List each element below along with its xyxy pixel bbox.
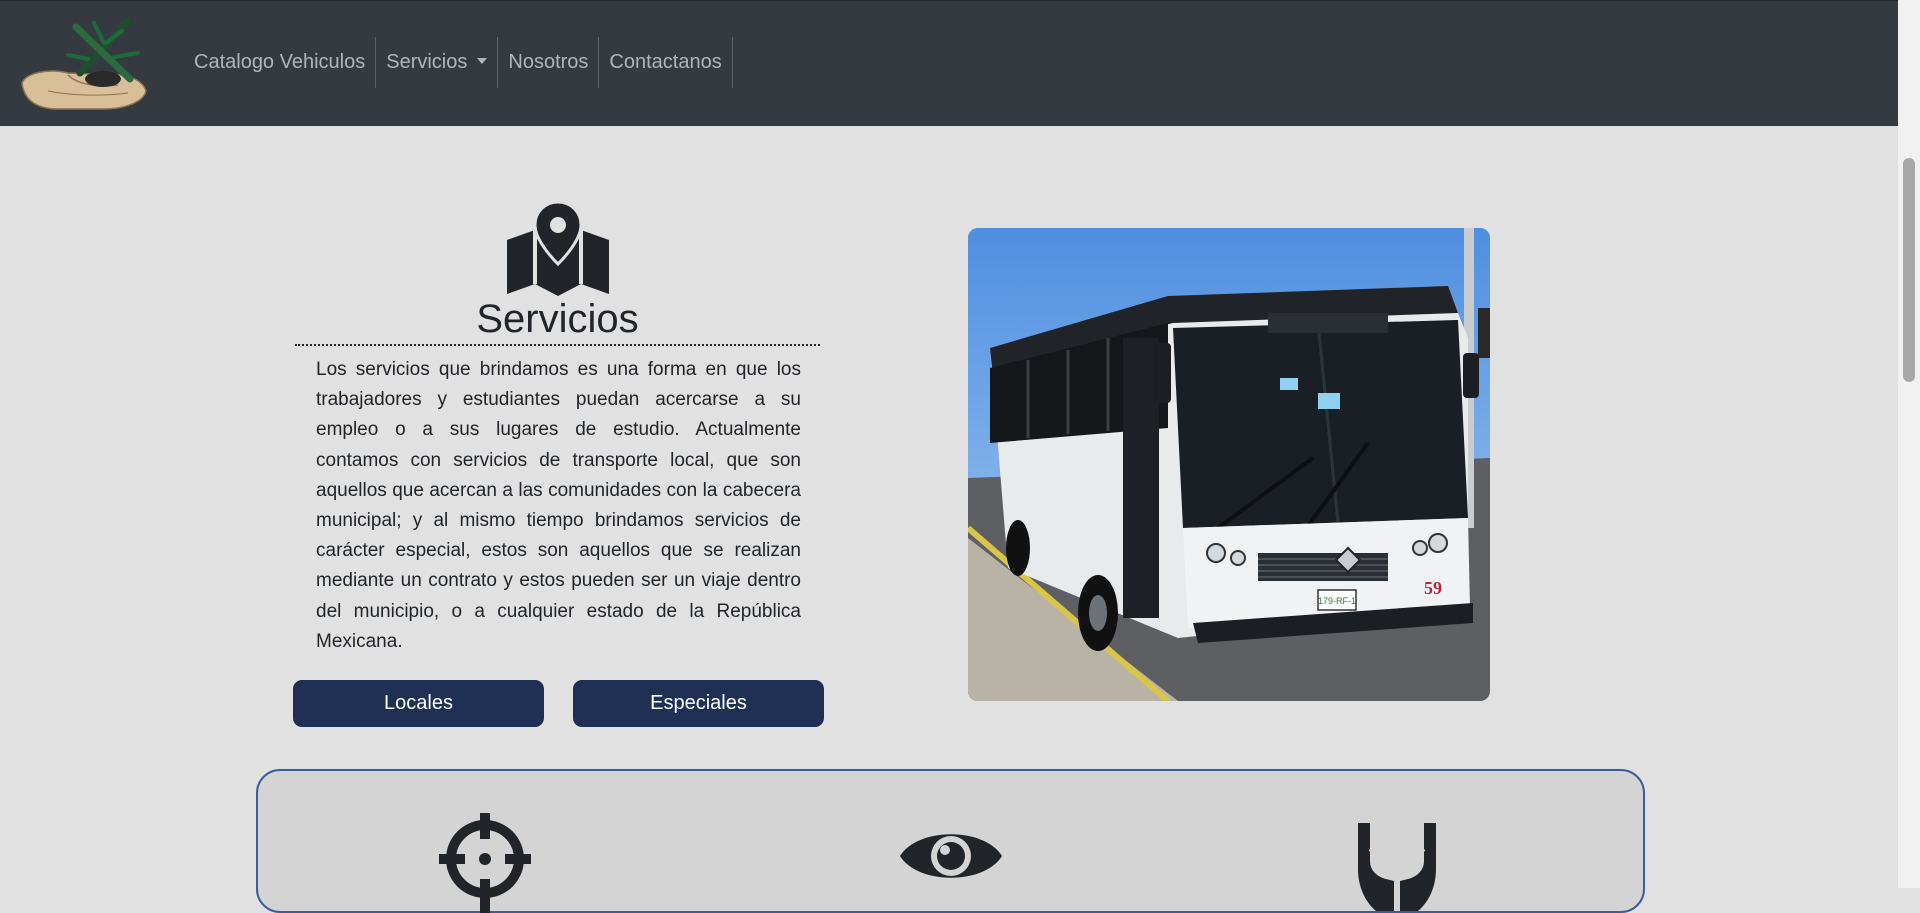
crosshair-icon: [439, 813, 531, 913]
nav-nosotros[interactable]: Nosotros: [498, 37, 600, 88]
bus-photo: 179-RF-1 59: [968, 228, 1490, 701]
services-title: Servicios: [295, 294, 820, 346]
nav-menu: Catalogo Vehiculos Servicios Nosotros Co…: [184, 37, 733, 88]
bus-number: 59: [1424, 578, 1442, 598]
scrollbar-thumb[interactable]: [1903, 158, 1915, 382]
locales-button[interactable]: Locales: [293, 680, 544, 727]
nav-servicios-label: Servicios: [386, 51, 468, 73]
navbar: Catalogo Vehiculos Servicios Nosotros Co…: [0, 0, 1898, 126]
nav-contactanos[interactable]: Contactanos: [599, 37, 733, 88]
chevron-down-icon: [477, 58, 488, 64]
logo[interactable]: [18, 13, 164, 113]
nav-servicios-dropdown[interactable]: Servicios: [376, 37, 499, 88]
vertical-scrollbar[interactable]: [1898, 0, 1920, 888]
map-pin-icon: [507, 200, 609, 296]
especiales-button[interactable]: Especiales: [573, 680, 824, 727]
hands-icon: [1358, 823, 1436, 911]
services-description: Los servicios que brindamos es una forma…: [316, 359, 801, 652]
bus-illustration: 179-RF-1 59: [968, 228, 1490, 701]
nav-catalogo-vehiculos[interactable]: Catalogo Vehiculos: [184, 37, 377, 88]
eye-icon: [900, 834, 1002, 878]
values-panel: [256, 769, 1645, 913]
license-plate: 179-RF-1: [1318, 596, 1356, 606]
